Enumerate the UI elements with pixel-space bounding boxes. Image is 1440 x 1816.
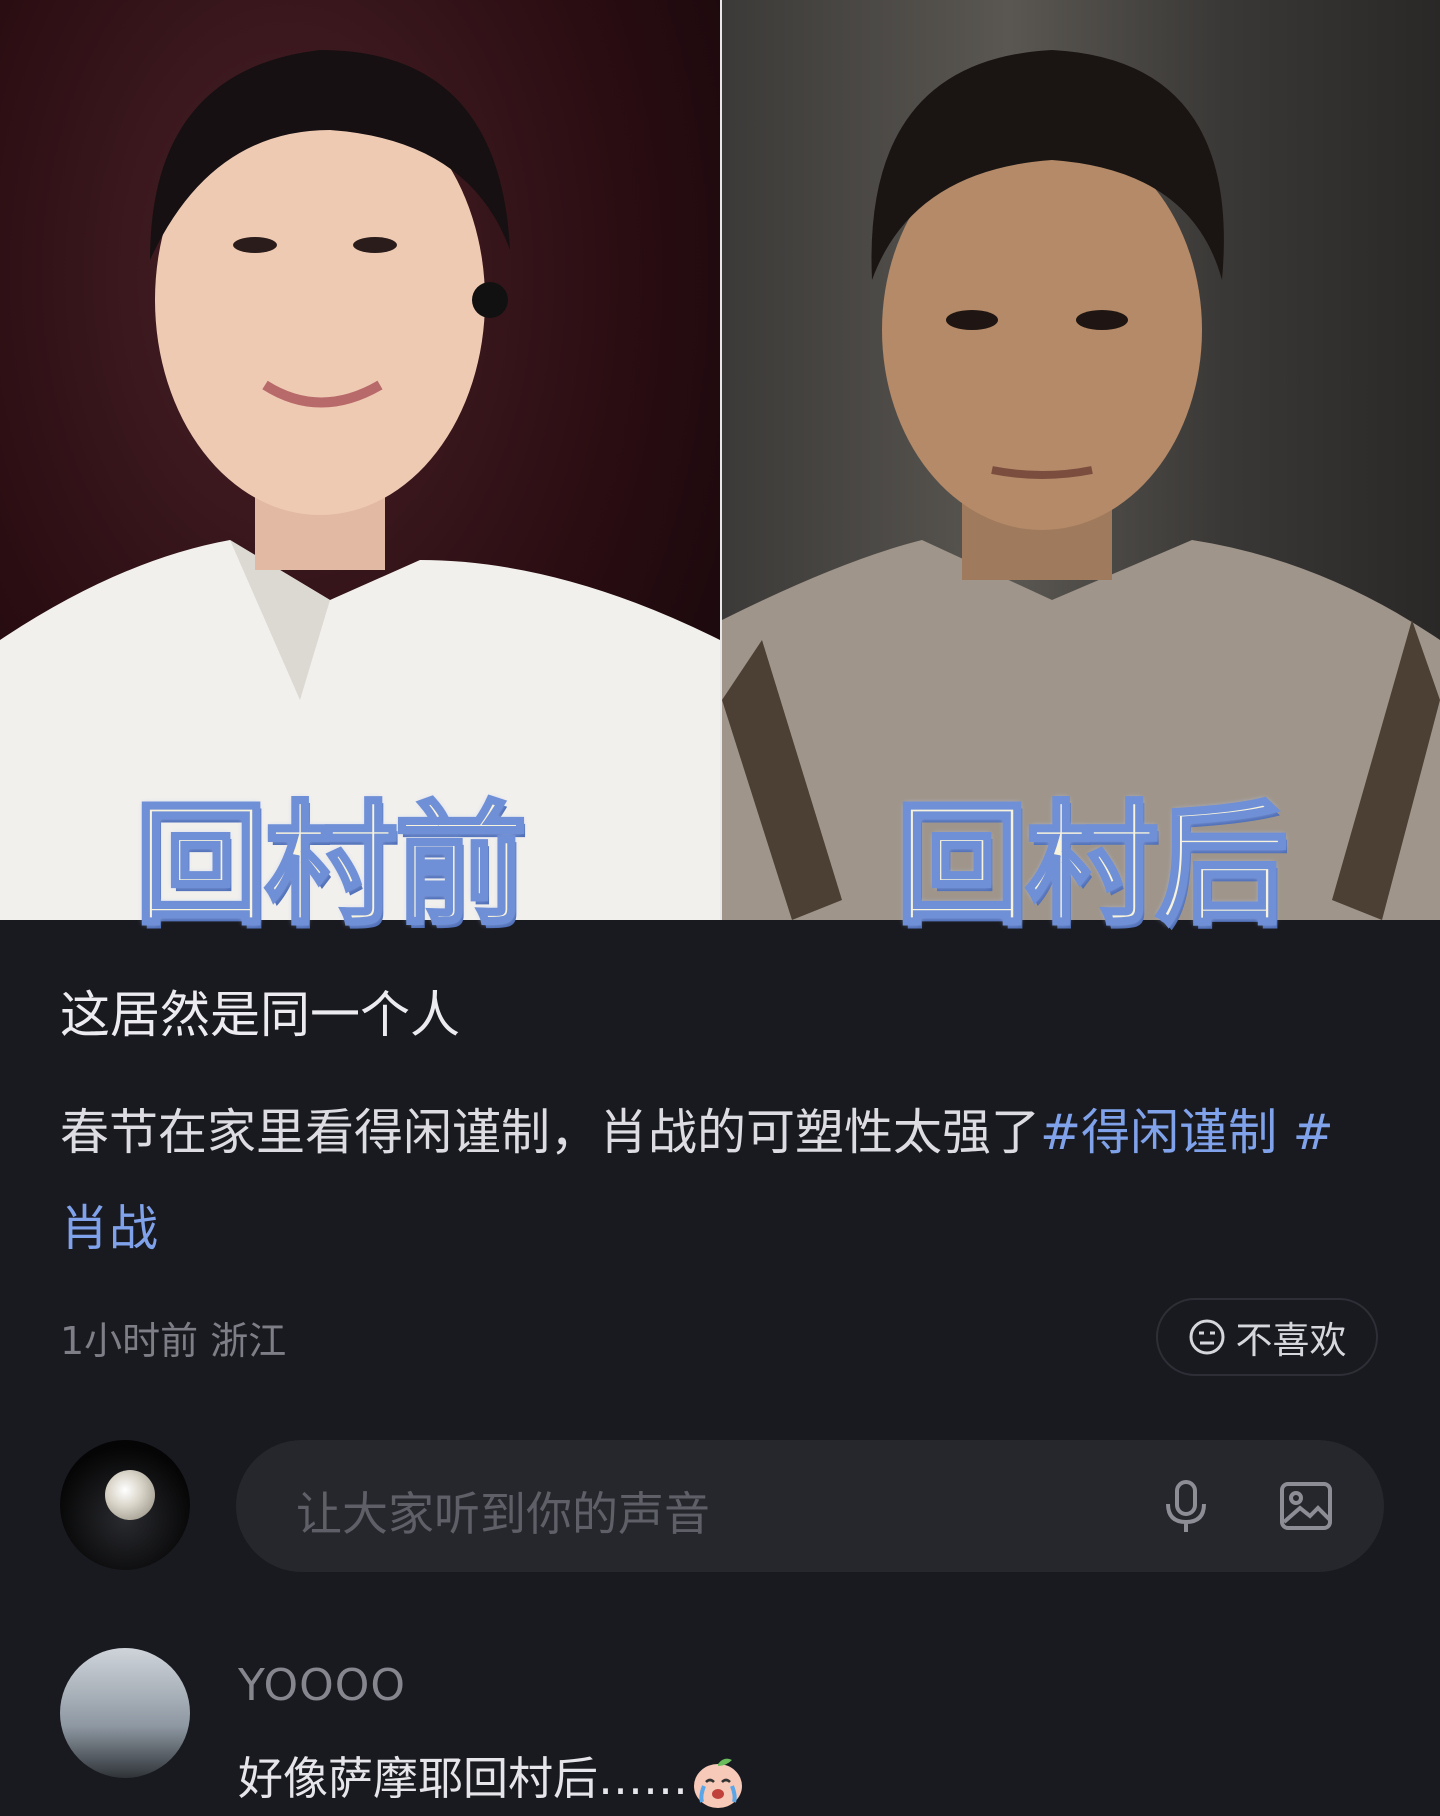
post-body-text: 春节在家里看得闲谨制，肖战的可塑性太强了 <box>60 1104 1041 1161</box>
post-time: 1小时前 <box>60 1319 199 1363</box>
post-location: 浙江 <box>210 1319 287 1363</box>
dislike-label: 不喜欢 <box>1235 1319 1347 1362</box>
neutral-face-icon <box>1189 1319 1224 1355</box>
post-body: 春节在家里看得闲谨制，肖战的可塑性太强了#得闲谨制 #肖战 <box>60 1085 1380 1277</box>
my-avatar[interactable] <box>60 1440 190 1570</box>
hashtag-dexianjinzhi[interactable]: #得闲谨制 <box>1040 1104 1277 1161</box>
image-icon[interactable] <box>1276 1476 1336 1536</box>
dislike-button[interactable]: 不喜欢 <box>1156 1298 1378 1376</box>
after-photo-figure <box>722 50 1440 920</box>
post-image[interactable]: 回村前 回村后 <box>0 0 1440 934</box>
comment-body: 好像萨摩耶回村后…… <box>238 1752 689 1805</box>
before-photo <box>0 0 720 920</box>
microphone-icon[interactable] <box>1156 1476 1216 1536</box>
moon-image <box>105 1470 155 1520</box>
commenter-username[interactable]: YOOOO <box>238 1660 406 1711</box>
comment-input-placeholder: 让大家听到你的声音 <box>296 1487 710 1541</box>
after-photo <box>722 0 1440 920</box>
post-title: 这居然是同一个人 <box>60 986 460 1044</box>
after-caption: 回村后 <box>894 789 1290 943</box>
comment-text: 好像萨摩耶回村后…… <box>238 1742 748 1812</box>
before-photo-figure <box>0 50 720 920</box>
before-caption: 回村前 <box>133 789 529 943</box>
commenter-avatar[interactable] <box>60 1648 190 1778</box>
comment-input[interactable]: 让大家听到你的声音 <box>236 1440 1384 1572</box>
crying-peach-emoji-icon <box>694 1758 743 1808</box>
post-meta: 1小时前 浙江 <box>60 1310 286 1365</box>
